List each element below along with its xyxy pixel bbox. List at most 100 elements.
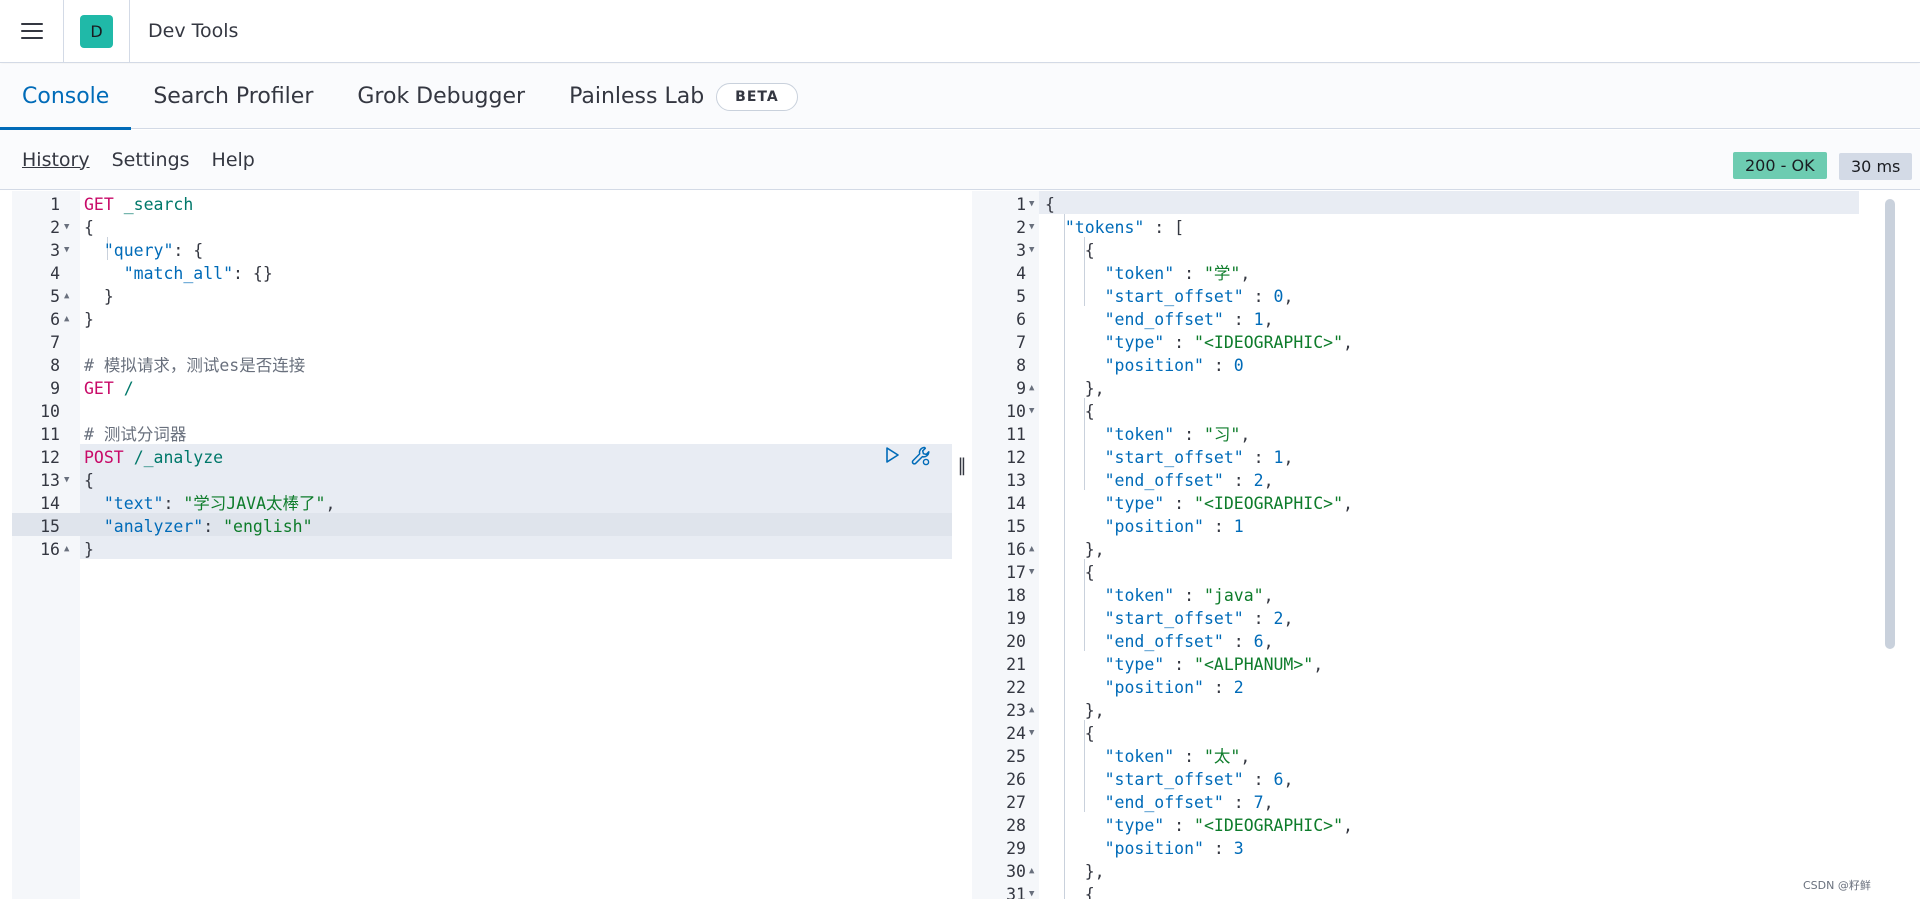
response-line: 19 "start_offset" : 2, [972,607,1920,630]
code-text: "analyzer": "english" [103,517,313,536]
line-number: 9 [50,379,60,398]
fold-close-icon[interactable]: ▲ [1029,538,1034,561]
response-line: 17 ▼ { [972,561,1920,584]
space-selector[interactable]: D [64,0,130,63]
line-number: 12 [40,448,60,467]
line-number: 20 [1006,632,1026,651]
request-line: 1 GET _search [12,193,952,216]
pane-resizer[interactable]: ‖ [953,191,971,899]
menu-button[interactable] [0,0,64,63]
request-line: 3 ▼ "query": { [12,239,952,262]
line-number: 12 [1006,448,1026,467]
code-text: "start_offset" : 0, [1104,287,1294,306]
watermark: CSDN @籽鲜 [1803,879,1871,892]
tab-grok-debugger[interactable]: Grok Debugger [335,64,547,129]
response-line: 14 "type" : "<IDEOGRAPHIC>", [972,492,1920,515]
request-line: 13 ▼ { [12,469,952,492]
request-editor[interactable]: 1 GET _search 2 ▼{3 ▼ "query": {4 "match_all… [12,191,952,899]
response-line: 15 "position" : 1 [972,515,1920,538]
line-number: 23 [1006,701,1026,720]
line-number: 6 [50,310,60,329]
tab-painless-lab[interactable]: Painless Lab BETA [547,64,820,129]
fold-open-icon[interactable]: ▼ [64,469,69,492]
fold-open-icon[interactable]: ▼ [64,216,69,239]
fold-close-icon[interactable]: ▲ [64,285,69,308]
response-line: 26 "start_offset" : 6, [972,768,1920,791]
line-number: 21 [1006,655,1026,674]
line-number: 13 [1006,471,1026,490]
play-icon[interactable] [882,445,902,465]
code-text: # 测试分词器 [84,425,187,444]
fold-open-icon[interactable]: ▼ [1029,561,1034,584]
fold-close-icon[interactable]: ▲ [64,538,69,561]
code-text: "tokens" : [ [1064,218,1185,237]
code-text: "match_all": {} [123,264,273,283]
code-text: "type" : "<IDEOGRAPHIC>", [1104,816,1353,835]
code-text: "token" : "太", [1104,747,1251,766]
settings-link[interactable]: Settings [112,149,190,171]
response-line: 12 "start_offset" : 1, [972,446,1920,469]
code-text: GET / [84,379,134,398]
fold-open-icon[interactable]: ▼ [1029,216,1034,239]
tab-console[interactable]: Console [0,64,132,130]
code-text: } [84,287,114,306]
fold-open-icon[interactable]: ▼ [1029,883,1034,899]
request-line: 2 ▼ { [12,216,952,239]
help-link[interactable]: Help [212,149,255,171]
code-text: "position" : 1 [1104,517,1244,536]
resize-handle-icon: ‖ [957,454,967,476]
response-line: 10 ▼ { [972,400,1920,423]
code-text: { [1045,885,1095,899]
page-title: Dev Tools [148,20,239,42]
fold-open-icon[interactable]: ▼ [1029,400,1034,423]
code-text: { [1045,724,1095,743]
code-text: "type" : "<IDEOGRAPHIC>", [1104,494,1353,513]
code-text: # 模拟请求，测试es是否连接 [84,356,306,375]
code-text: "text": "学习JAVA太棒了", [103,494,336,513]
history-link[interactable]: History [22,149,90,171]
code-text: GET _search [84,195,194,214]
request-line: 7 [12,331,952,354]
line-number: 7 [1016,333,1026,352]
tab-search-profiler[interactable]: Search Profiler [131,64,335,129]
wrench-icon[interactable] [910,445,932,467]
fold-close-icon[interactable]: ▲ [1029,699,1034,722]
response-line: 28 "type" : "<IDEOGRAPHIC>", [972,814,1920,837]
fold-close-icon[interactable]: ▲ [1029,860,1034,883]
fold-open-icon[interactable]: ▼ [64,239,69,262]
code-text: { [1045,241,1095,260]
code-text: "token" : "学", [1104,264,1251,283]
line-number: 14 [1006,494,1026,513]
code-text: "position" : 2 [1104,678,1244,697]
response-line: 8 "position" : 0 [972,354,1920,377]
line-number: 30 [1006,862,1026,881]
fold-close-icon[interactable]: ▲ [1029,377,1034,400]
fold-close-icon[interactable]: ▲ [64,308,69,331]
code-text: { [1045,402,1095,421]
code-text: }, [1045,701,1105,720]
fold-open-icon[interactable]: ▼ [1029,193,1034,216]
line-number: 25 [1006,747,1026,766]
tab-bar: Console Search Profiler Grok Debugger Pa… [0,64,1920,130]
response-editor[interactable]: 1 ▼{2 ▼ "tokens" : [3 ▼ {4 "token" : "学", 5 … [972,191,1920,899]
line-number: 17 [1006,563,1026,582]
code-text: "query": { [103,241,204,260]
response-scrollbar[interactable] [1885,199,1895,649]
line-number: 8 [50,356,60,375]
line-number: 9 [1016,379,1026,398]
code-text: "end_offset" : 7, [1104,793,1274,812]
code-text: }, [1045,862,1105,881]
code-text: "token" : "java", [1104,586,1274,605]
line-number: 2 [50,218,60,237]
code-text: { [1045,563,1095,582]
fold-open-icon[interactable]: ▼ [1029,722,1034,745]
code-text: { [84,471,94,490]
fold-open-icon[interactable]: ▼ [1029,239,1034,262]
request-line: 16 ▲} [12,538,952,561]
line-number: 2 [1016,218,1026,237]
line-number: 10 [40,402,60,421]
line-number: 1 [1016,195,1026,214]
line-number: 31 [1006,885,1026,899]
line-number: 7 [50,333,60,352]
line-number: 5 [50,287,60,306]
